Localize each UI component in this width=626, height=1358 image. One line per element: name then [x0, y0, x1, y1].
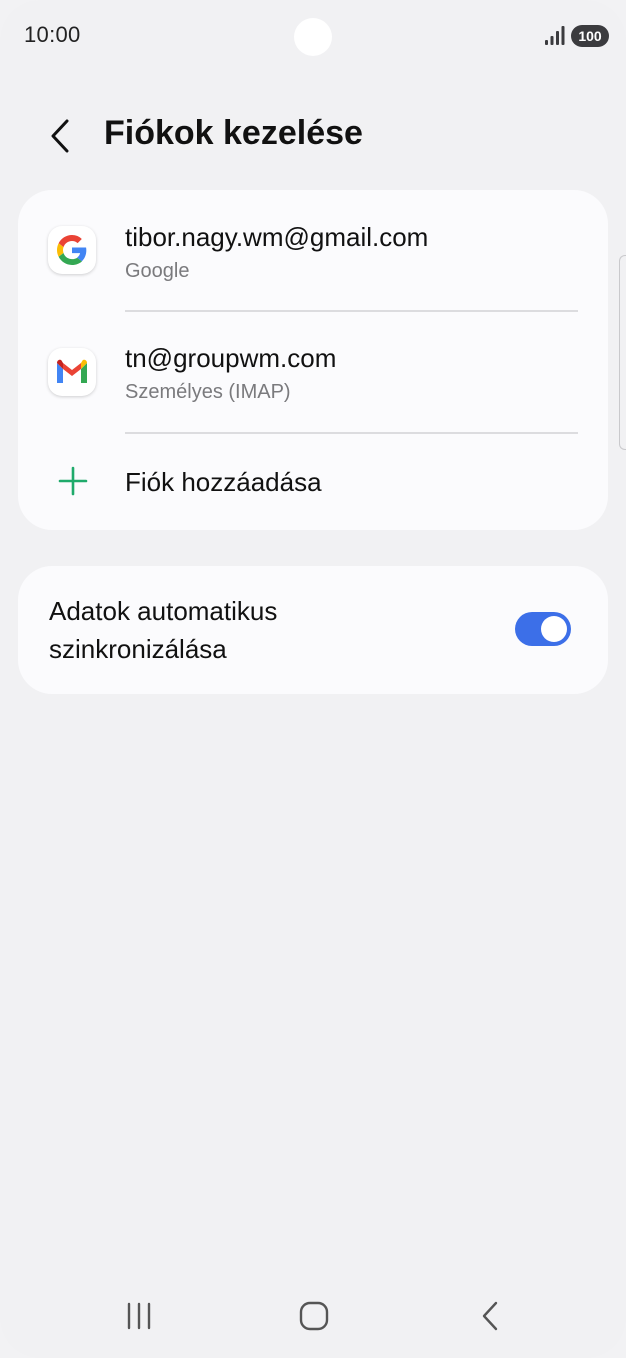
front-camera	[294, 18, 332, 56]
signal-bars-icon	[545, 26, 565, 45]
add-account-button[interactable]: Fiók hozzáadása	[18, 434, 608, 530]
account-type: Személyes (IMAP)	[125, 381, 291, 403]
screen: 10:00 100 Fiókok kezelése tibor.nagy.wm@…	[0, 0, 626, 1358]
header: Fiókok kezelése	[0, 100, 626, 170]
navigation-bar	[0, 1278, 626, 1358]
sync-setting-row[interactable]: Adatok automatikus szinkronizálása	[18, 566, 608, 694]
back-button[interactable]	[36, 112, 84, 160]
home-icon	[299, 1301, 329, 1331]
sync-toggle[interactable]	[515, 612, 571, 646]
status-bar: 10:00 100	[0, 0, 626, 72]
recent-apps-button[interactable]	[111, 1294, 167, 1338]
back-nav-button[interactable]	[462, 1294, 518, 1338]
plus-icon	[58, 466, 88, 496]
account-email: tibor.nagy.wm@gmail.com	[125, 222, 429, 252]
status-time: 10:00	[24, 22, 81, 47]
scroll-handle[interactable]	[619, 255, 626, 450]
account-item-google[interactable]: tibor.nagy.wm@gmail.com Google	[18, 190, 608, 310]
back-icon	[482, 1301, 498, 1331]
accounts-card: tibor.nagy.wm@gmail.com Google tn@groupw…	[18, 190, 608, 530]
recent-apps-icon	[127, 1302, 151, 1330]
account-type: Google	[125, 260, 190, 282]
gmail-icon	[48, 348, 96, 396]
google-icon	[48, 226, 96, 274]
home-button[interactable]	[286, 1294, 342, 1338]
add-account-label: Fiók hozzáadása	[125, 467, 322, 497]
account-email: tn@groupwm.com	[125, 343, 337, 373]
chevron-left-icon	[51, 119, 69, 153]
toggle-knob	[541, 616, 567, 642]
page-title: Fiókok kezelése	[104, 114, 363, 152]
account-item-imap[interactable]: tn@groupwm.com Személyes (IMAP)	[18, 311, 608, 431]
sync-label: Adatok automatikus szinkronizálása	[49, 596, 278, 664]
battery-indicator: 100	[571, 25, 609, 47]
